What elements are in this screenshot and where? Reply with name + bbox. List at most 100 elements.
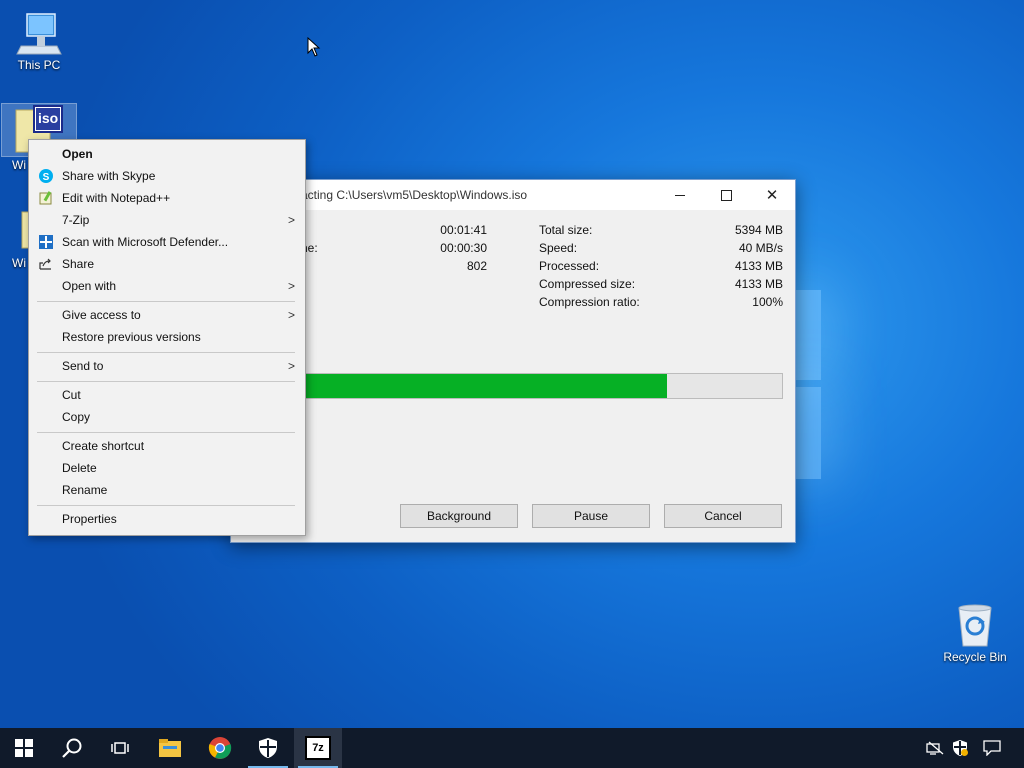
share-icon: [38, 257, 54, 271]
desktop-icon-this-pc[interactable]: This PC: [2, 10, 76, 72]
menu-separator: [37, 352, 295, 353]
windows-logo-wallpaper-lower: [795, 387, 821, 479]
cancel-button[interactable]: Cancel: [664, 504, 782, 528]
menu-item-send-to[interactable]: Send to >: [29, 355, 305, 377]
seven-zip-icon-text: 7z: [312, 742, 324, 754]
desktop-icon-recycle-bin[interactable]: Recycle Bin: [938, 600, 1012, 664]
submenu-arrow-icon: >: [287, 279, 295, 293]
background-button[interactable]: Background: [400, 504, 518, 528]
maximize-button[interactable]: [703, 180, 749, 210]
menu-item-rename[interactable]: Rename: [29, 479, 305, 501]
desktop: { "desktop": { "icons": [ {"name": "this…: [0, 0, 1024, 768]
minimize-button[interactable]: [657, 180, 703, 210]
menu-separator: [37, 505, 295, 506]
menu-item-label: 7-Zip: [62, 213, 90, 227]
menu-item-7-zip[interactable]: 7-Zip >: [29, 209, 305, 231]
close-button[interactable]: ✕: [749, 180, 795, 210]
menu-item-label: Share: [62, 257, 95, 271]
menu-item-label: Share with Skype: [62, 169, 156, 183]
menu-item-scan-with-defender[interactable]: Scan with Microsoft Defender...: [29, 231, 305, 253]
notifications-button[interactable]: [978, 728, 1006, 768]
compressed-size-value: 4133 MB: [734, 277, 783, 291]
menu-item-delete[interactable]: Delete: [29, 457, 305, 479]
menu-separator: [37, 301, 295, 302]
submenu-arrow-icon: >: [287, 213, 295, 227]
menu-separator: [37, 381, 295, 382]
menu-item-copy[interactable]: Copy: [29, 406, 305, 428]
close-icon: ✕: [765, 187, 779, 204]
menu-item-label: Copy: [62, 410, 91, 424]
start-button[interactable]: [0, 728, 48, 768]
processed-label: Processed:: [539, 259, 600, 273]
menu-item-restore-previous-versions[interactable]: Restore previous versions: [29, 326, 305, 348]
chrome-button[interactable]: [196, 728, 244, 768]
menu-item-label: Open: [62, 147, 93, 161]
search-button[interactable]: [48, 728, 96, 768]
computer-icon: [15, 10, 63, 56]
search-icon: [62, 738, 82, 758]
security-tray-button[interactable]: [948, 728, 972, 768]
maximize-icon: [720, 189, 732, 201]
desktop-icon-label: Recycle Bin: [943, 650, 1007, 664]
task-view-button[interactable]: [96, 728, 144, 768]
menu-item-label: Properties: [62, 512, 117, 526]
compression-ratio-label: Compression ratio:: [539, 295, 640, 309]
menu-item-label: Delete: [62, 461, 97, 475]
menu-item-edit-with-notepad-plus-plus[interactable]: Edit with Notepad++: [29, 187, 305, 209]
file-context-menu: Open S Share with Skype Edit with Notepa…: [28, 139, 306, 536]
speed-value: 40 MB/s: [738, 241, 783, 255]
submenu-arrow-icon: >: [287, 308, 295, 322]
menu-item-label: Cut: [62, 388, 81, 402]
total-size-label: Total size:: [539, 223, 593, 237]
menu-item-cut[interactable]: Cut: [29, 384, 305, 406]
menu-item-create-shortcut[interactable]: Create shortcut: [29, 435, 305, 457]
menu-item-label: Edit with Notepad++: [62, 191, 171, 205]
pause-button[interactable]: Pause: [532, 504, 650, 528]
svg-text:S: S: [43, 172, 50, 183]
skype-icon: S: [38, 169, 54, 183]
window-titlebar[interactable]: acting C:\Users\vm5\Desktop\Windows.iso …: [231, 180, 795, 210]
compression-ratio-value: 100%: [752, 295, 783, 309]
menu-item-label: Rename: [62, 483, 108, 497]
windows-security-icon: [259, 738, 277, 758]
extraction-progress-window: acting C:\Users\vm5\Desktop\Windows.iso …: [230, 179, 796, 543]
seven-zip-icon: 7z: [305, 736, 331, 760]
menu-item-label: Create shortcut: [62, 439, 145, 453]
menu-item-properties[interactable]: Properties: [29, 508, 305, 530]
file-explorer-button[interactable]: [146, 728, 194, 768]
chrome-icon: [208, 737, 232, 759]
task-view-icon: [111, 742, 129, 754]
taskbar: 7z: [0, 728, 1024, 768]
menu-item-share[interactable]: Share: [29, 253, 305, 275]
seven-zip-taskbar-button[interactable]: 7z: [294, 728, 342, 768]
menu-item-open-with[interactable]: Open with >: [29, 275, 305, 297]
submenu-arrow-icon: >: [287, 359, 295, 373]
files-value: 802: [466, 259, 487, 273]
menu-item-label: Restore previous versions: [62, 330, 201, 344]
network-disconnected-icon: [926, 741, 944, 755]
file-explorer-icon: [159, 739, 181, 757]
menu-item-share-with-skype[interactable]: S Share with Skype: [29, 165, 305, 187]
windows-security-button[interactable]: [244, 728, 292, 768]
progress-bar-fill: [290, 374, 667, 398]
desktop-icon-label: This PC: [17, 58, 61, 72]
recycle-bin-icon: [951, 600, 999, 648]
menu-item-open[interactable]: Open: [29, 143, 305, 165]
menu-item-label: Open with: [62, 279, 117, 293]
extraction-progress-bar: [289, 373, 783, 399]
elapsed-time-value: 00:01:41: [440, 223, 487, 237]
processed-value: 4133 MB: [734, 259, 783, 273]
menu-item-give-access-to[interactable]: Give access to >: [29, 304, 305, 326]
menu-separator: [37, 432, 295, 433]
defender-icon: [38, 235, 54, 249]
menu-item-label: Give access to: [62, 308, 141, 322]
start-icon: [15, 739, 33, 757]
windows-logo-wallpaper: [795, 290, 821, 380]
menu-item-label: Scan with Microsoft Defender...: [62, 235, 229, 249]
network-tray-button[interactable]: [922, 728, 948, 768]
mouse-cursor-icon: [307, 37, 321, 57]
speed-label: Speed:: [539, 241, 578, 255]
notifications-icon: [983, 740, 1001, 756]
minimize-icon: [675, 194, 685, 196]
security-warning-icon: [953, 740, 968, 756]
